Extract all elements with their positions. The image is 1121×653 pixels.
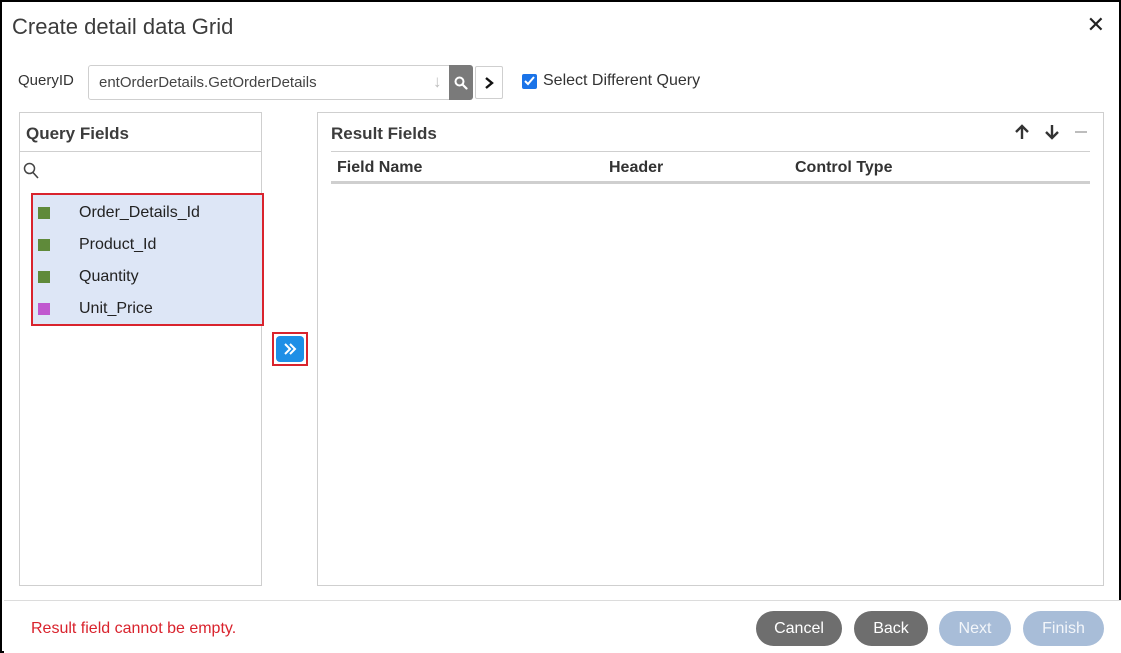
field-type-icon xyxy=(38,271,50,283)
select-different-query-option[interactable]: Select Different Query xyxy=(522,72,700,90)
field-label: Order_Details_Id xyxy=(79,204,200,221)
result-fields-title: Result Fields xyxy=(331,124,437,143)
move-fields-highlight xyxy=(272,332,308,366)
query-fields-title: Query Fields xyxy=(26,124,129,143)
list-item[interactable]: Unit_Price xyxy=(33,293,262,325)
result-fields-panel: Result Fields Field Name Header Control … xyxy=(317,112,1104,586)
query-id-combobox[interactable]: ↓ xyxy=(88,65,473,100)
field-label: Quantity xyxy=(79,268,139,285)
result-fields-table-header: Field Name Header Control Type xyxy=(331,152,1090,184)
query-id-label: QueryID xyxy=(18,72,74,89)
search-icon xyxy=(454,76,468,90)
validation-error: Result field cannot be empty. xyxy=(31,620,237,637)
select-different-query-label: Select Different Query xyxy=(543,72,701,89)
minus-icon[interactable] xyxy=(1073,123,1089,141)
select-different-query-checkbox[interactable] xyxy=(522,73,537,89)
field-label: Unit_Price xyxy=(79,300,153,317)
double-chevron-right-icon xyxy=(284,343,297,355)
query-field-list: Order_Details_Id Product_Id Quantity Uni… xyxy=(31,193,264,326)
column-header-field-name: Field Name xyxy=(337,159,423,176)
result-fields-toolbar xyxy=(1013,123,1089,141)
arrow-up-icon[interactable] xyxy=(1013,123,1031,141)
arrow-down-icon[interactable] xyxy=(1043,123,1061,141)
field-type-icon xyxy=(38,303,50,315)
arrow-down-icon: ↓ xyxy=(433,72,442,91)
column-header-control-type: Control Type xyxy=(795,159,893,176)
checkmark-icon xyxy=(524,76,535,86)
dialog-footer: Result field cannot be empty. Cancel Bac… xyxy=(4,600,1121,653)
close-icon[interactable]: ✕ xyxy=(1087,12,1105,38)
move-fields-button[interactable] xyxy=(276,336,304,362)
list-item[interactable]: Product_Id xyxy=(33,229,262,261)
finish-button[interactable]: Finish xyxy=(1023,611,1104,646)
column-header-header: Header xyxy=(609,159,664,176)
query-search-button[interactable] xyxy=(449,65,473,100)
chevron-right-icon xyxy=(485,76,494,89)
query-fields-panel: Query Fields Order_Details_Id Product_Id… xyxy=(19,112,264,586)
divider xyxy=(20,151,261,152)
dialog-title: Create detail data Grid xyxy=(12,14,234,39)
next-button[interactable]: Next xyxy=(939,611,1011,646)
query-id-input[interactable] xyxy=(99,74,424,91)
back-button[interactable]: Back xyxy=(854,611,928,646)
search-icon[interactable] xyxy=(23,162,39,184)
next-query-button[interactable] xyxy=(475,66,503,99)
field-label: Product_Id xyxy=(79,236,157,253)
create-detail-grid-dialog: Create detail data Grid ✕ QueryID ↓ Sele… xyxy=(0,0,1121,653)
list-item[interactable]: Order_Details_Id xyxy=(33,197,262,229)
field-type-icon xyxy=(38,239,50,251)
field-type-icon xyxy=(38,207,50,219)
cancel-button[interactable]: Cancel xyxy=(756,611,842,646)
list-item[interactable]: Quantity xyxy=(33,261,262,293)
